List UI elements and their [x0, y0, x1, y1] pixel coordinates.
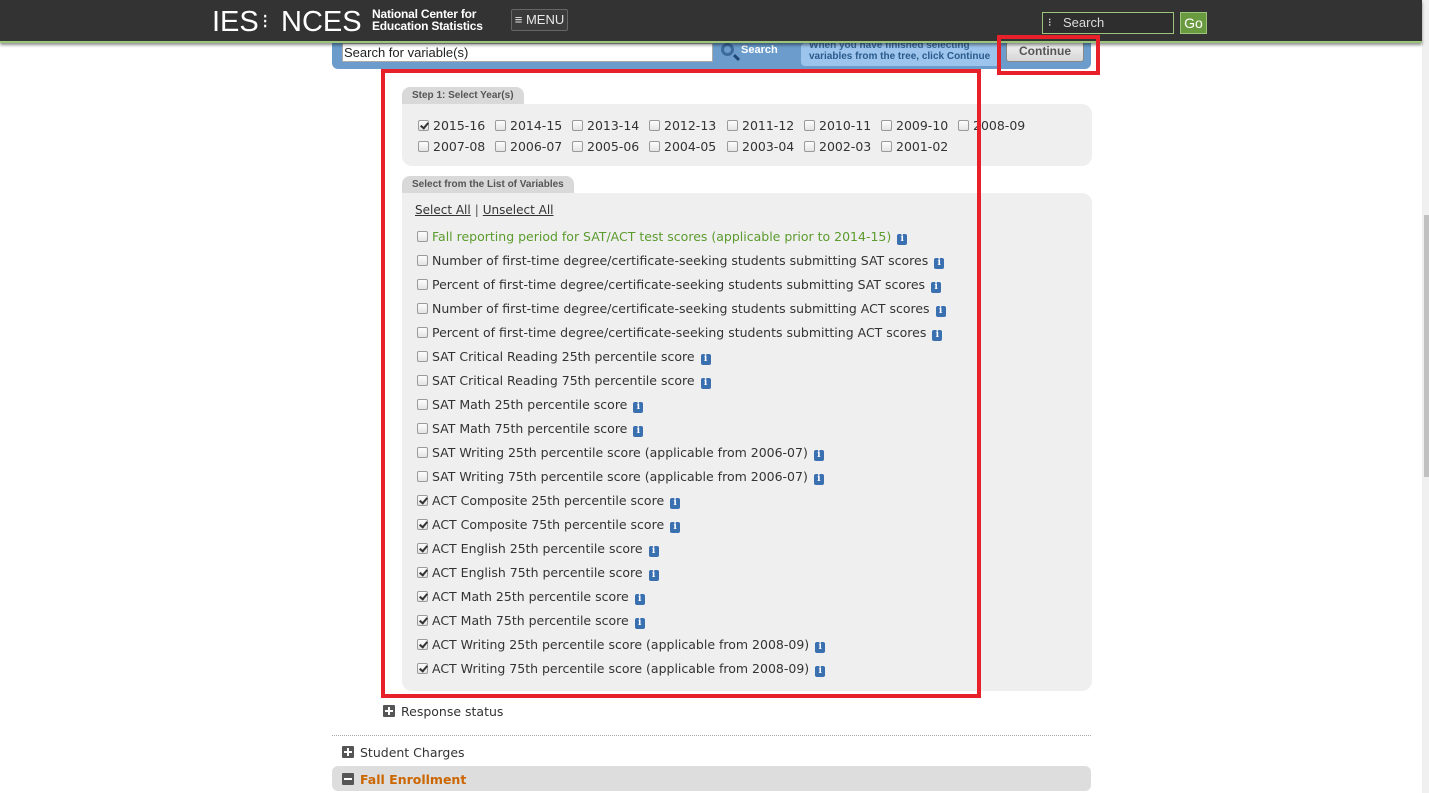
variable-search-input[interactable]: Search for variable(s)	[342, 43, 713, 62]
site-header: IES ⁝ NCES National Center for Education…	[0, 0, 1422, 43]
student-charges-label: Student Charges	[360, 745, 465, 760]
collapse-minus-icon	[342, 773, 354, 785]
nces-full-name: National Center for Education Statistics	[372, 8, 483, 32]
expand-plus-icon	[342, 746, 354, 758]
response-status-label: Response status	[401, 704, 504, 719]
menu-button[interactable]: ≡ MENU	[511, 9, 568, 31]
fall-enrollment-section[interactable]: Fall Enrollment	[342, 772, 466, 787]
site-search-placeholder: Search	[1063, 15, 1105, 30]
nces-logo[interactable]: NCES	[281, 6, 362, 39]
hint-line2: variables from the tree, click Continue	[809, 51, 991, 62]
go-button[interactable]: Go	[1180, 12, 1207, 34]
variable-search-label: Search	[741, 44, 778, 56]
student-charges-section[interactable]: Student Charges	[342, 745, 465, 760]
fall-enrollment-label: Fall Enrollment	[360, 772, 467, 787]
logo-sub-line2: Education Statistics	[372, 19, 483, 33]
hint-line1: When you have finished selecting	[809, 43, 970, 51]
expand-plus-icon	[383, 705, 395, 717]
response-status-section[interactable]: Response status	[383, 704, 503, 719]
site-search-input[interactable]: ⁝ Search	[1042, 12, 1174, 34]
variable-search-button[interactable]: Search	[721, 41, 778, 61]
ies-logo[interactable]: IES	[212, 6, 259, 39]
continue-hint: When you have finished selecting variabl…	[801, 43, 1000, 66]
magnifier-icon	[721, 43, 734, 56]
continue-highlight-box	[997, 35, 1100, 75]
logo-dots-icon: ⁝	[262, 11, 269, 33]
search-dots-icon: ⁝	[1048, 17, 1052, 29]
section-divider	[332, 735, 1091, 736]
selection-highlight-box	[381, 69, 981, 698]
scrollbar-thumb[interactable]	[1424, 215, 1429, 477]
